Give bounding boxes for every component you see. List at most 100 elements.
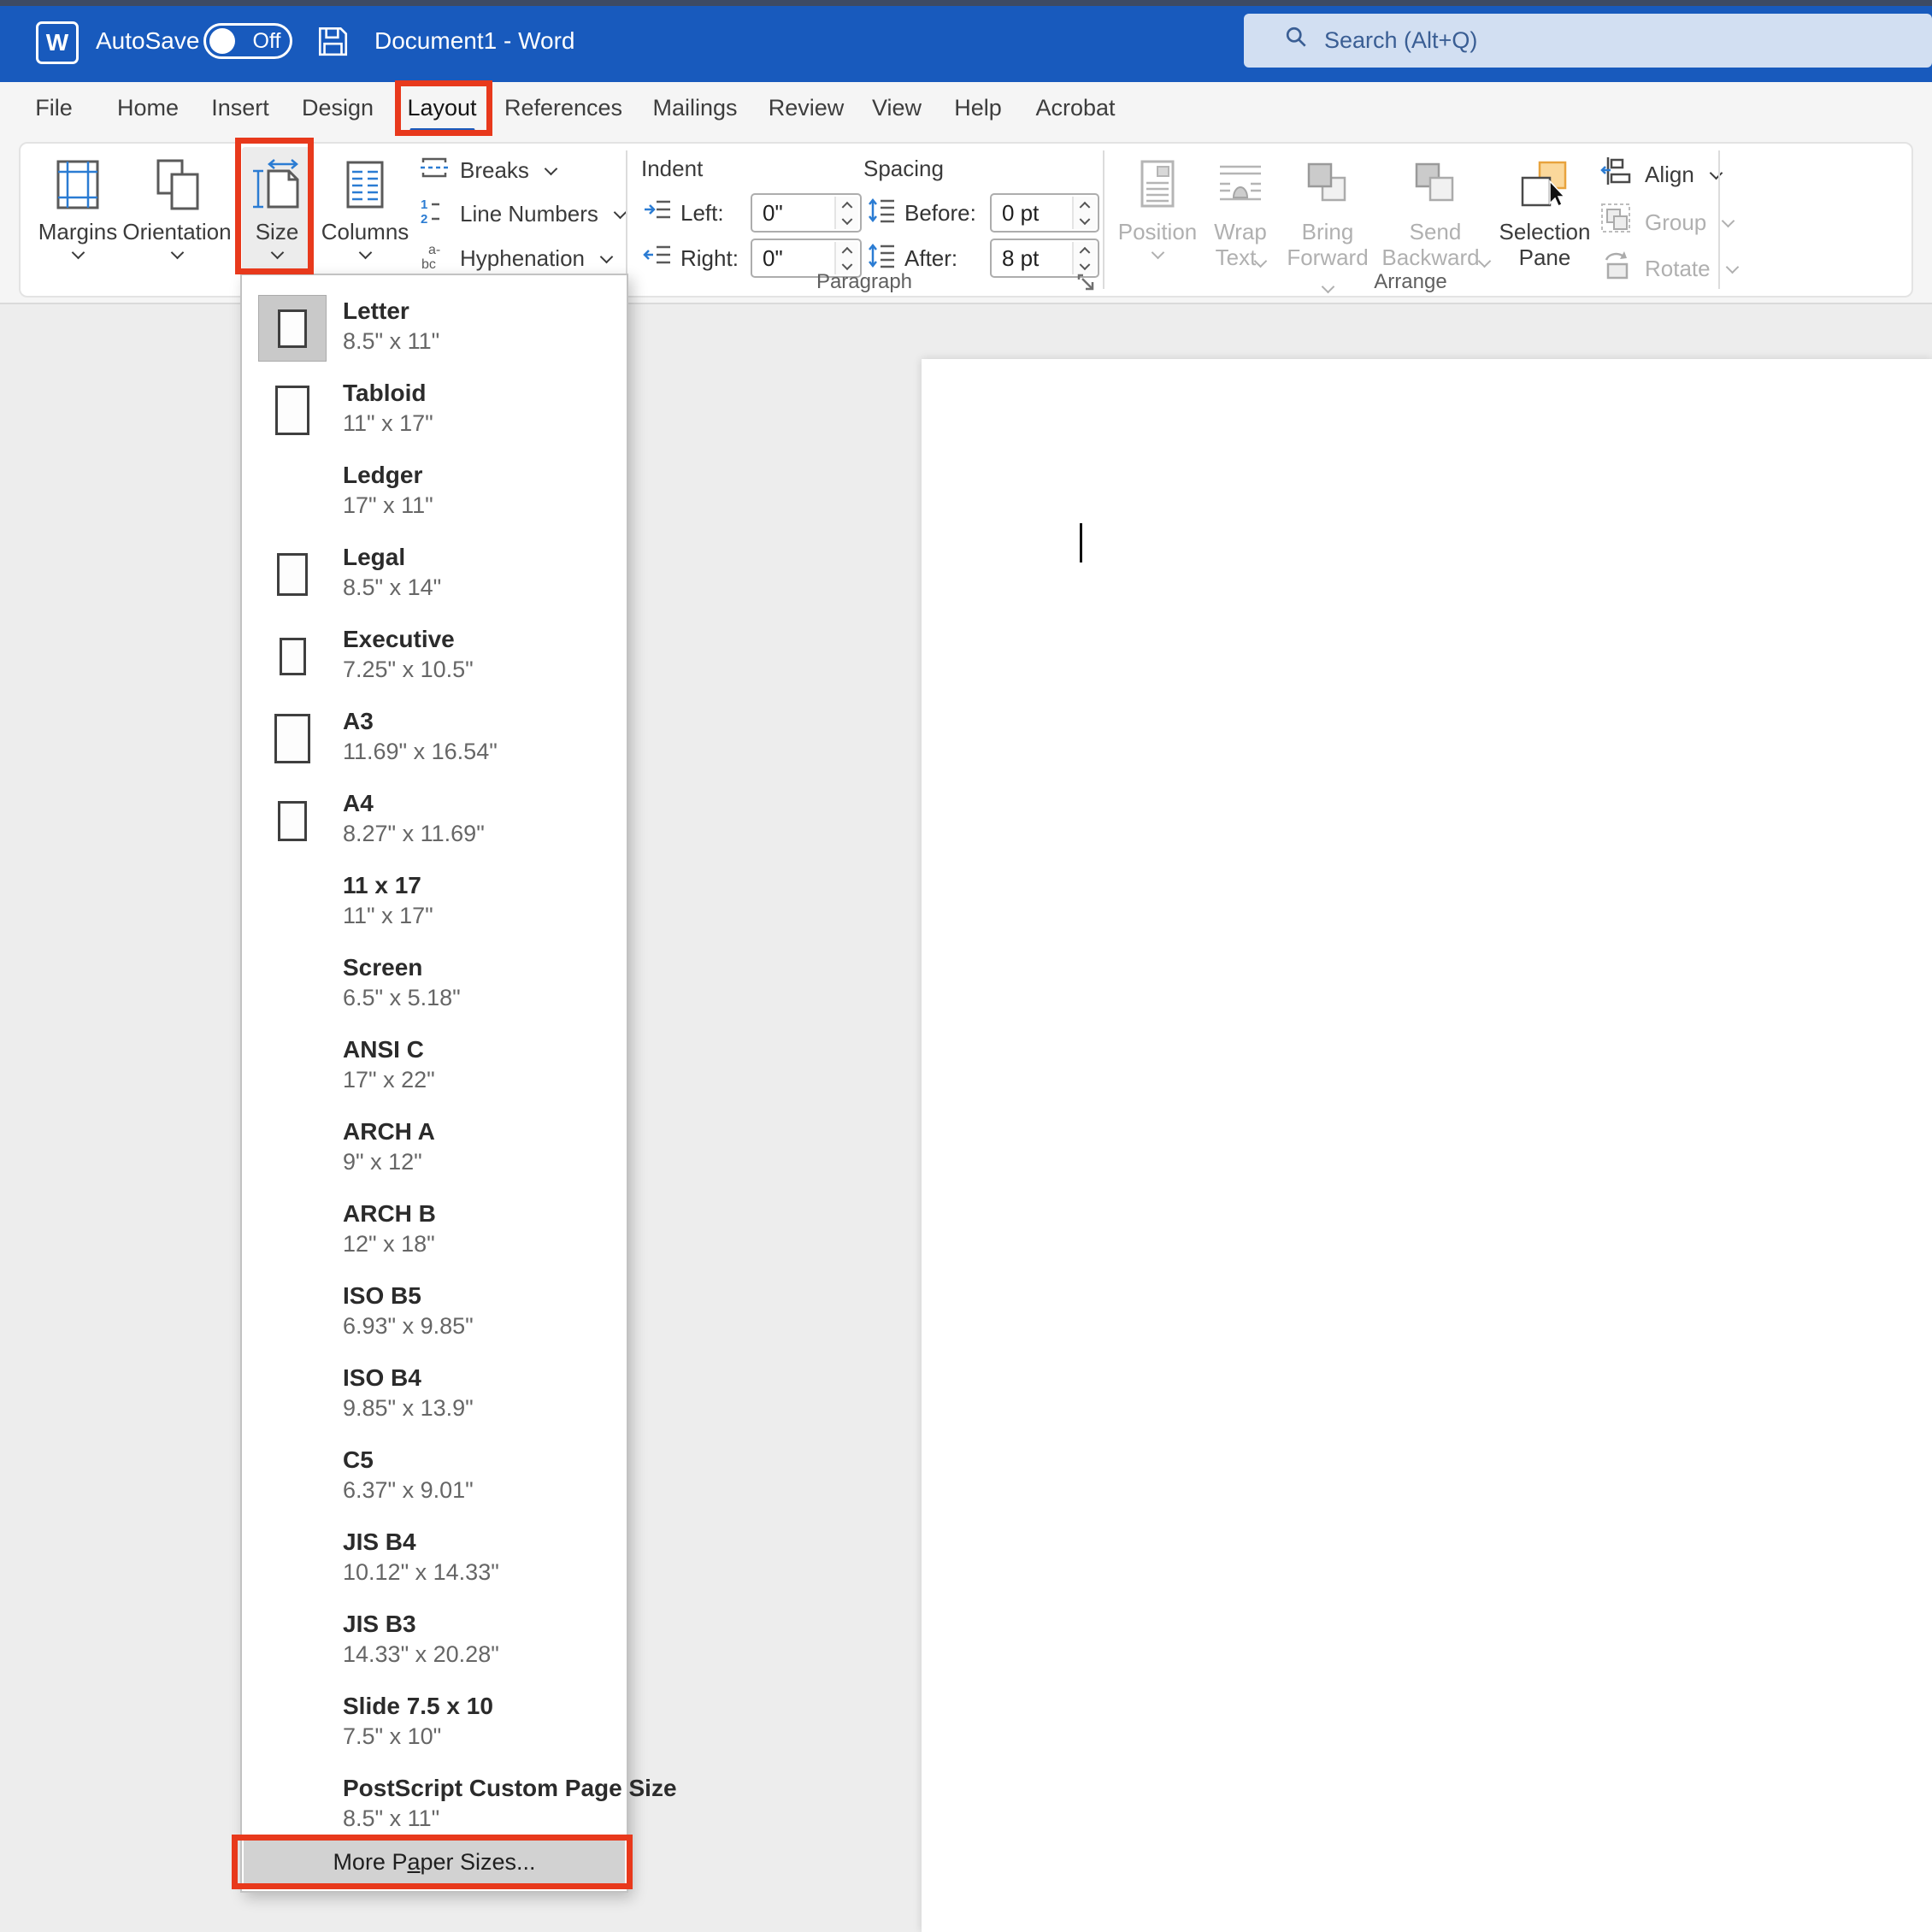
- size-option-iso-b5[interactable]: ISO B5 6.93" x 9.85": [242, 1272, 627, 1354]
- orientation-button[interactable]: Orientation: [113, 147, 241, 291]
- svg-text:2: 2: [421, 212, 427, 227]
- paper-size-dimensions: 9.85" x 13.9": [343, 1395, 474, 1421]
- chevron-down-icon: [170, 245, 184, 260]
- chevron-down-icon: [599, 250, 614, 263]
- autosave-toggle[interactable]: Off: [203, 23, 292, 59]
- size-option-jis-b4[interactable]: JIS B4 10.12" x 14.33": [242, 1518, 627, 1600]
- paper-size-dimensions: 10.12" x 14.33": [343, 1559, 499, 1585]
- size-option-executive[interactable]: Executive 7.25" x 10.5": [242, 616, 627, 698]
- paper-size-name: Letter: [343, 297, 409, 324]
- chevron-down-icon: [544, 162, 558, 175]
- align-button[interactable]: Align: [1600, 156, 1723, 193]
- ribbon-tabs: File Home Insert Design Layout References Mail…: [0, 82, 1932, 135]
- hyphenation-icon: a-bc: [419, 240, 450, 277]
- tab-mailings[interactable]: Mailings: [645, 82, 744, 135]
- tab-home[interactable]: Home: [110, 82, 186, 135]
- size-option-letter[interactable]: Letter 8.5" x 11": [242, 287, 627, 369]
- wrap-text-button: Wrap Text: [1204, 147, 1277, 291]
- size-option-ansi-c[interactable]: ANSI C 17" x 22": [242, 1026, 627, 1108]
- margins-label: Margins: [38, 219, 118, 244]
- paper-size-name: Screen: [343, 954, 423, 981]
- page-icon: [278, 309, 307, 348]
- tab-help[interactable]: Help: [947, 82, 1009, 135]
- document-page[interactable]: [922, 359, 1932, 1932]
- spin-down-button[interactable]: [834, 213, 858, 229]
- search-input[interactable]: Search (Alt+Q): [1244, 14, 1932, 68]
- size-option-jis-b3[interactable]: JIS B3 14.33" x 20.28": [242, 1600, 627, 1682]
- paper-size-name: A4: [343, 790, 374, 816]
- paper-size-dimensions: 6.37" x 9.01": [343, 1477, 474, 1503]
- wrap-text-icon: [1204, 154, 1277, 215]
- spin-up-button[interactable]: [834, 242, 858, 258]
- paper-size-dimensions: 7.25" x 10.5": [343, 657, 474, 682]
- hyphenation-button[interactable]: a-bc Hyphenation: [419, 239, 614, 277]
- page-icon: [279, 638, 306, 675]
- title-bar: W AutoSave Off Document1 - Word Search (…: [0, 0, 1932, 82]
- size-option-11-x-17[interactable]: 11 x 17 11" x 17": [242, 862, 627, 944]
- selection-pane-button[interactable]: Selection Pane: [1497, 147, 1593, 291]
- spin-up-button[interactable]: [1072, 242, 1096, 258]
- footer-accelerator: a: [407, 1848, 421, 1875]
- spin-up-button[interactable]: [1072, 197, 1096, 213]
- paper-size-name: ARCH B: [343, 1200, 436, 1227]
- size-option-ledger[interactable]: Ledger 17" x 11": [242, 451, 627, 533]
- text-cursor: [1080, 523, 1082, 563]
- columns-button[interactable]: Columns: [318, 147, 412, 291]
- line-numbers-label: Line Numbers: [460, 200, 598, 227]
- spin-down-button[interactable]: [1072, 213, 1096, 229]
- size-button[interactable]: Size: [242, 147, 312, 291]
- spin-up-button[interactable]: [834, 197, 858, 213]
- paper-size-icon: [256, 780, 329, 862]
- save-icon[interactable]: [315, 23, 350, 63]
- indent-heading: Indent: [641, 156, 704, 181]
- spacing-before-row: Before: 0 pt: [867, 193, 1099, 233]
- size-option-slide-7-5-x-10[interactable]: Slide 7.5 x 10 7.5" x 10": [242, 1682, 627, 1764]
- size-option-iso-b4[interactable]: ISO B4 9.85" x 13.9": [242, 1354, 627, 1436]
- word-app-icon[interactable]: W: [36, 21, 79, 64]
- size-option-legal[interactable]: Legal 8.5" x 14": [242, 533, 627, 616]
- size-option-postscript-custom-page-size[interactable]: PostScript Custom Page Size 8.5" x 11": [242, 1764, 677, 1847]
- spacing-heading: Spacing: [863, 156, 944, 181]
- tab-insert[interactable]: Insert: [204, 82, 276, 135]
- paper-size-icon: [256, 1682, 329, 1764]
- paper-size-icon: [256, 616, 329, 698]
- tab-layout[interactable]: Layout: [400, 82, 483, 135]
- breaks-button[interactable]: Breaks: [419, 151, 558, 189]
- spacing-before-input[interactable]: 0 pt: [990, 193, 1099, 233]
- paper-size-dimensions: 8.5" x 11": [343, 328, 440, 354]
- autosave-state: Off: [252, 29, 281, 53]
- paper-size-icon: [256, 533, 329, 616]
- paper-size-icon: [256, 1436, 329, 1518]
- tab-file[interactable]: File: [28, 82, 80, 135]
- size-option-screen[interactable]: Screen 6.5" x 5.18": [242, 944, 627, 1026]
- size-option-a4[interactable]: A4 8.27" x 11.69": [242, 780, 627, 862]
- size-icon: [242, 154, 312, 215]
- paper-size-icon: [256, 1764, 329, 1847]
- tab-design[interactable]: Design: [295, 82, 380, 135]
- paper-size-icon: [256, 451, 329, 533]
- spacing-before-value: 0 pt: [1002, 199, 1040, 226]
- line-numbers-button[interactable]: 12 Line Numbers: [419, 195, 627, 233]
- breaks-icon: [419, 152, 450, 189]
- paragraph-dialog-launcher[interactable]: [1075, 272, 1098, 298]
- margins-button[interactable]: Margins: [31, 147, 125, 291]
- wrap-text-label-2: Text: [1215, 244, 1257, 270]
- paper-size-name: Legal: [343, 544, 406, 570]
- group-label: Group: [1645, 209, 1707, 235]
- size-option-c5[interactable]: C5 6.37" x 9.01": [242, 1436, 627, 1518]
- size-option-tabloid[interactable]: Tabloid 11" x 17": [242, 369, 627, 451]
- size-option-arch-a[interactable]: ARCH A 9" x 12": [242, 1108, 627, 1190]
- tab-view[interactable]: View: [865, 82, 928, 135]
- indent-left-input[interactable]: 0": [751, 193, 862, 233]
- size-option-a3[interactable]: A3 11.69" x 16.54": [242, 698, 627, 780]
- size-option-arch-b[interactable]: ARCH B 12" x 18": [242, 1190, 627, 1272]
- tab-acrobat[interactable]: Acrobat: [1028, 82, 1122, 135]
- indent-right-label: Right:: [680, 244, 739, 271]
- bring-forward-label-2: Forward: [1287, 244, 1369, 270]
- paper-size-dimensions: 11.69" x 16.54": [343, 739, 498, 764]
- document-title: Document1 - Word: [374, 27, 575, 54]
- tab-references[interactable]: References: [498, 82, 629, 135]
- svg-text:1: 1: [421, 197, 427, 212]
- tab-review[interactable]: Review: [762, 82, 851, 135]
- word-application-window: W AutoSave Off Document1 - Word Search (…: [0, 0, 1932, 1932]
